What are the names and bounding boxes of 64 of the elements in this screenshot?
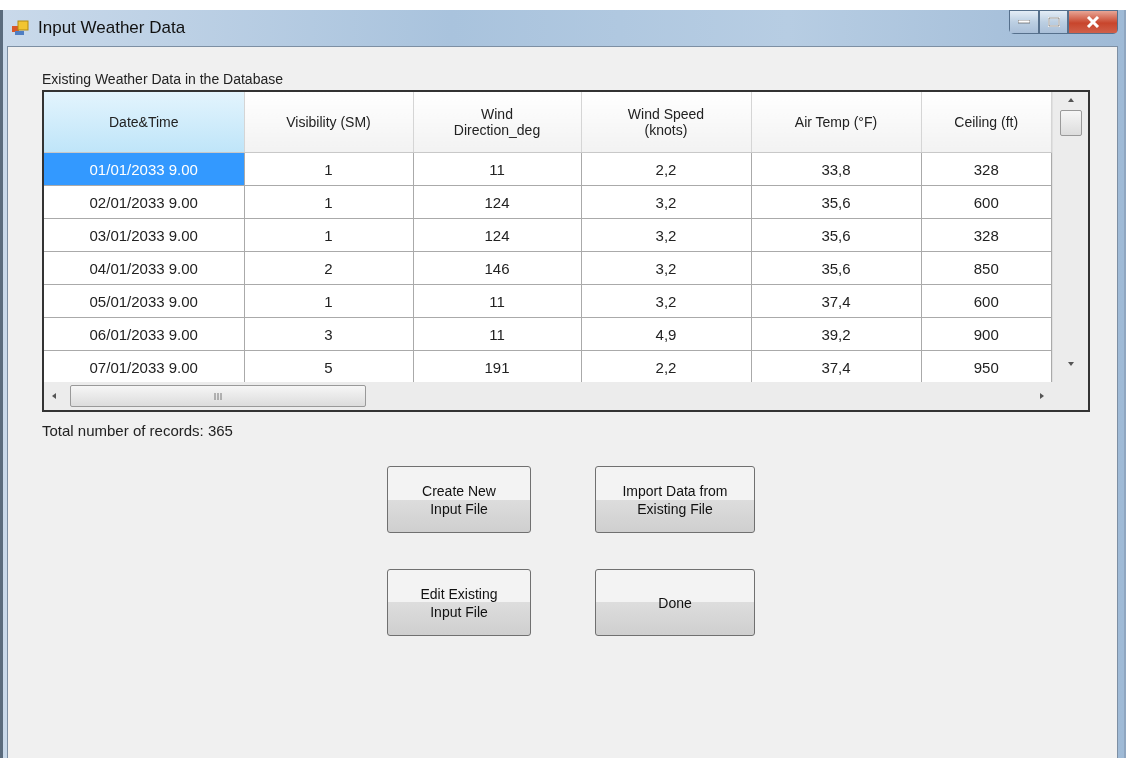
scroll-right-icon[interactable] bbox=[1038, 392, 1046, 400]
scroll-thumb[interactable] bbox=[70, 385, 366, 407]
table-cell[interactable]: 146 bbox=[413, 251, 581, 285]
table-cell[interactable]: 4,9 bbox=[581, 317, 751, 351]
table-cell[interactable]: 328 bbox=[921, 152, 1052, 186]
table-cell[interactable]: 1 bbox=[244, 152, 413, 186]
table-cell[interactable]: 04/01/2033 9.00 bbox=[44, 251, 244, 285]
table-cell[interactable]: 11 bbox=[413, 317, 581, 351]
table-cell[interactable]: 35,6 bbox=[751, 185, 921, 219]
table-cell[interactable]: 328 bbox=[921, 218, 1052, 252]
app-icon bbox=[12, 20, 30, 36]
grip-icon bbox=[214, 392, 222, 400]
table-cell[interactable]: 06/01/2033 9.00 bbox=[44, 317, 244, 351]
column-header[interactable]: Wind Speed (knots) bbox=[581, 92, 751, 153]
scroll-up-icon[interactable] bbox=[1066, 96, 1075, 104]
column-header[interactable]: Visibility (SM) bbox=[244, 92, 413, 153]
table-cell[interactable]: 33,8 bbox=[751, 152, 921, 186]
column-header[interactable]: Date&Time bbox=[44, 92, 244, 153]
column-header[interactable]: Wind Direction_deg bbox=[413, 92, 581, 153]
table-cell[interactable]: 35,6 bbox=[751, 251, 921, 285]
table-cell[interactable]: 3,2 bbox=[581, 185, 751, 219]
table-cell[interactable]: 03/01/2033 9.00 bbox=[44, 218, 244, 252]
table-cell[interactable]: 39,2 bbox=[751, 317, 921, 351]
table-cell[interactable]: 11 bbox=[413, 152, 581, 186]
grid-label: Existing Weather Data in the Database bbox=[42, 71, 284, 87]
table-cell[interactable]: 3,2 bbox=[581, 251, 751, 285]
column-header[interactable]: Air Temp (°F) bbox=[751, 92, 921, 153]
action-button[interactable]: Edit Existing Input File bbox=[387, 569, 531, 636]
scroll-left-icon[interactable] bbox=[50, 392, 58, 400]
table-cell[interactable]: 02/01/2033 9.00 bbox=[44, 185, 244, 219]
record-count: Total number of records: 365 bbox=[42, 422, 234, 439]
table-cell[interactable]: 37,4 bbox=[751, 284, 921, 318]
table-cell[interactable]: 2 bbox=[244, 251, 413, 285]
table-cell[interactable]: 3 bbox=[244, 317, 413, 351]
table-cell[interactable]: 600 bbox=[921, 185, 1052, 219]
table-cell[interactable]: 35,6 bbox=[751, 218, 921, 252]
table-cell[interactable]: 124 bbox=[413, 218, 581, 252]
table-cell[interactable]: 11 bbox=[413, 284, 581, 318]
scroll-thumb[interactable] bbox=[1059, 110, 1082, 136]
close-icon bbox=[1086, 16, 1100, 28]
maximize-button[interactable] bbox=[1039, 10, 1068, 34]
table-cell[interactable]: 1 bbox=[244, 218, 413, 252]
table-cell[interactable]: 3,2 bbox=[581, 284, 751, 318]
table-cell[interactable]: 05/01/2033 9.00 bbox=[44, 284, 244, 318]
table-cell[interactable]: 850 bbox=[921, 251, 1052, 285]
action-button[interactable]: Import Data from Existing File bbox=[595, 466, 755, 533]
maximize-icon bbox=[1047, 17, 1060, 27]
scroll-down-icon[interactable] bbox=[1066, 360, 1075, 368]
action-button[interactable]: Done bbox=[595, 569, 755, 636]
minimize-button[interactable] bbox=[1009, 10, 1039, 34]
table-cell[interactable]: 124 bbox=[413, 185, 581, 219]
table-cell[interactable]: 600 bbox=[921, 284, 1052, 318]
minimize-icon bbox=[1018, 20, 1030, 24]
action-button[interactable]: Create New Input File bbox=[387, 466, 531, 533]
table-cell[interactable]: 1 bbox=[244, 284, 413, 318]
column-header[interactable]: Ceiling (ft) bbox=[921, 92, 1052, 153]
table-cell[interactable]: 2,2 bbox=[581, 152, 751, 186]
table-cell[interactable]: 3,2 bbox=[581, 218, 751, 252]
window-title: Input Weather Data bbox=[38, 18, 187, 38]
close-button[interactable] bbox=[1068, 10, 1118, 34]
horizontal-scrollbar[interactable] bbox=[44, 382, 1052, 410]
table-cell[interactable]: 900 bbox=[921, 317, 1052, 351]
vertical-scrollbar[interactable] bbox=[1052, 92, 1088, 382]
table-cell[interactable]: 1 bbox=[244, 185, 413, 219]
